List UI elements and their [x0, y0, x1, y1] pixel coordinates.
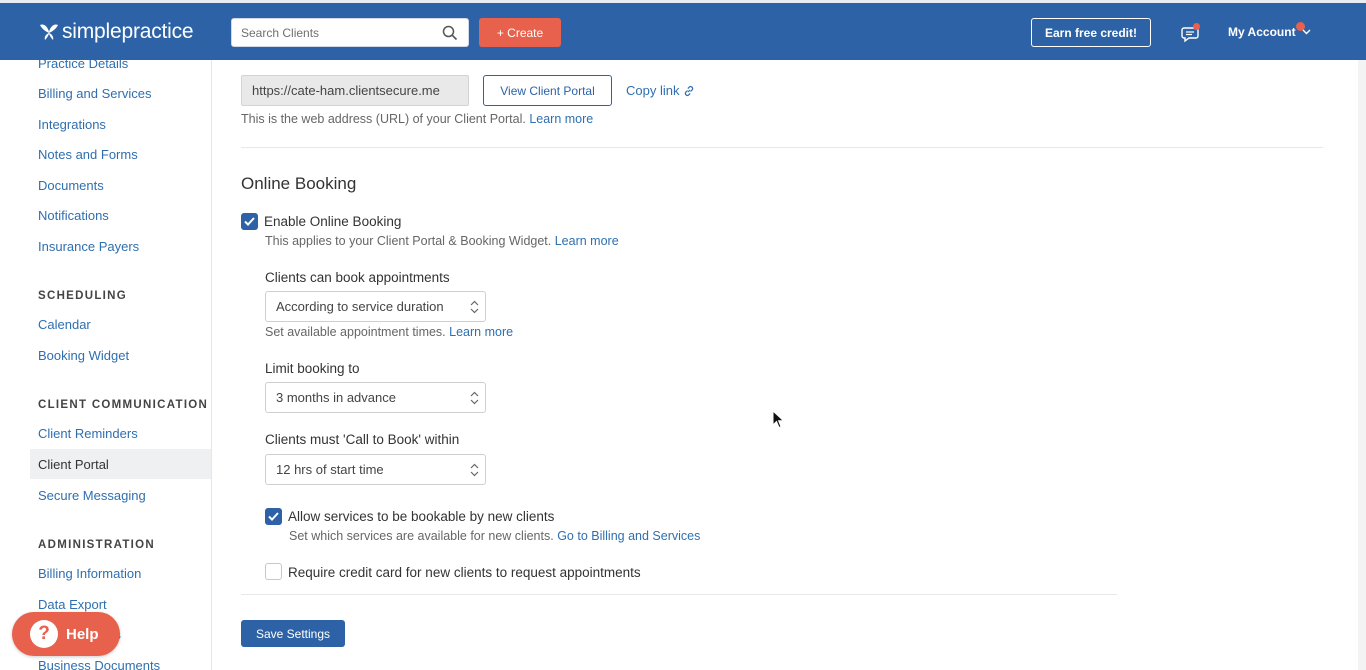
sidebar-item-billing-information[interactable]: Billing Information: [30, 558, 211, 588]
book-appointments-value: According to service duration: [276, 299, 444, 314]
allow-new-clients-help-text: Set which services are available for new…: [289, 529, 701, 543]
enable-booking-help-text: This applies to your Client Portal & Boo…: [265, 234, 619, 248]
help-label: Help: [66, 625, 99, 643]
limit-booking-select[interactable]: 3 months in advance: [265, 382, 486, 413]
search-icon[interactable]: [442, 25, 458, 41]
sidebar-item-booking-widget[interactable]: Booking Widget: [30, 340, 211, 370]
view-client-portal-button[interactable]: View Client Portal: [483, 75, 612, 106]
select-arrows-icon: [470, 391, 479, 405]
limit-booking-value: 3 months in advance: [276, 390, 396, 405]
sidebar-heading-scheduling: SCHEDULING: [38, 290, 128, 302]
allow-new-clients-label[interactable]: Allow services to be bookable by new cli…: [288, 509, 554, 524]
help-widget-button[interactable]: ? Help: [12, 612, 120, 656]
search-clients-box[interactable]: [231, 18, 469, 47]
sidebar-item-secure-messaging[interactable]: Secure Messaging: [30, 480, 211, 510]
book-appointments-label: Clients can book appointments: [265, 270, 450, 285]
sidebar-item-notes-and-forms[interactable]: Notes and Forms: [30, 139, 211, 169]
checkmark-icon: [268, 512, 279, 521]
sidebar-item-notifications[interactable]: Notifications: [30, 200, 211, 230]
copy-link[interactable]: Copy link: [626, 83, 695, 98]
require-credit-card-label[interactable]: Require credit card for new clients to r…: [288, 565, 641, 580]
my-account-menu[interactable]: My Account: [1228, 25, 1296, 39]
section-divider: [241, 147, 1323, 148]
earn-free-credit-button[interactable]: Earn free credit!: [1031, 18, 1151, 47]
logo-butterfly-icon: [40, 24, 58, 40]
url-learn-more-link[interactable]: Learn more: [529, 112, 593, 126]
enable-online-booking-checkbox[interactable]: [241, 213, 258, 230]
sidebar-item-client-reminders[interactable]: Client Reminders: [30, 418, 211, 448]
sidebar-item-documents[interactable]: Documents: [30, 170, 211, 200]
allow-new-clients-checkbox[interactable]: [265, 508, 282, 525]
sidebar-item-integrations[interactable]: Integrations: [30, 109, 211, 139]
call-to-book-label: Clients must 'Call to Book' within: [265, 432, 460, 447]
select-arrows-icon: [470, 463, 479, 477]
sidebar-item-calendar[interactable]: Calendar: [30, 309, 211, 339]
appointment-times-learn-more-link[interactable]: Learn more: [449, 325, 513, 339]
sidebar-item-practice-details[interactable]: Practice Details: [30, 60, 211, 78]
sidebar-item-client-portal[interactable]: Client Portal: [30, 449, 211, 479]
search-clients-input[interactable]: [232, 25, 432, 40]
client-portal-settings: https://cate-ham.clientsecure.me View Cl…: [213, 60, 1366, 670]
mouse-cursor-icon: [772, 410, 785, 429]
page-scrollbar[interactable]: [1358, 60, 1366, 670]
call-to-book-select[interactable]: 12 hrs of start time: [265, 454, 486, 485]
call-to-book-value: 12 hrs of start time: [276, 462, 384, 477]
create-button[interactable]: + Create: [479, 18, 561, 47]
save-settings-button[interactable]: Save Settings: [241, 620, 345, 647]
simplepractice-logo[interactable]: simplepractice: [38, 17, 194, 47]
go-to-billing-and-services-link[interactable]: Go to Billing and Services: [557, 529, 700, 543]
top-navigation-bar: simplepractice + Create Earn free credit…: [0, 0, 1366, 60]
select-arrows-icon: [470, 300, 479, 314]
link-icon: [685, 85, 694, 96]
book-appointments-select[interactable]: According to service duration: [265, 291, 486, 322]
online-booking-title: Online Booking: [241, 174, 357, 193]
booking-learn-more-link[interactable]: Learn more: [555, 234, 619, 248]
sidebar-item-insurance-payers[interactable]: Insurance Payers: [30, 231, 211, 261]
logo-text: simplepractice: [62, 20, 194, 43]
sidebar-item-billing-and-services[interactable]: Billing and Services: [30, 78, 211, 108]
settings-sidebar: Practice Details Billing and Services In…: [0, 60, 212, 670]
question-mark-icon: ?: [30, 620, 58, 648]
url-help-text: This is the web address (URL) of your Cl…: [241, 112, 594, 126]
sidebar-heading-client-communication: CLIENT COMMUNICATION: [38, 399, 209, 411]
copy-link-label: Copy link: [626, 83, 680, 98]
require-credit-card-checkbox[interactable]: [265, 563, 282, 580]
limit-booking-label: Limit booking to: [265, 361, 360, 376]
checkmark-icon: [244, 217, 255, 226]
client-portal-url-field[interactable]: https://cate-ham.clientsecure.me: [241, 75, 469, 106]
messages-notification-dot: [1193, 23, 1200, 30]
appointment-times-help-text: Set available appointment times. Learn m…: [265, 325, 514, 339]
enable-online-booking-label[interactable]: Enable Online Booking: [264, 214, 401, 229]
section-divider-bottom: [241, 594, 1117, 595]
chevron-down-icon[interactable]: [1302, 27, 1311, 36]
sidebar-heading-administration: ADMINISTRATION: [38, 539, 156, 551]
